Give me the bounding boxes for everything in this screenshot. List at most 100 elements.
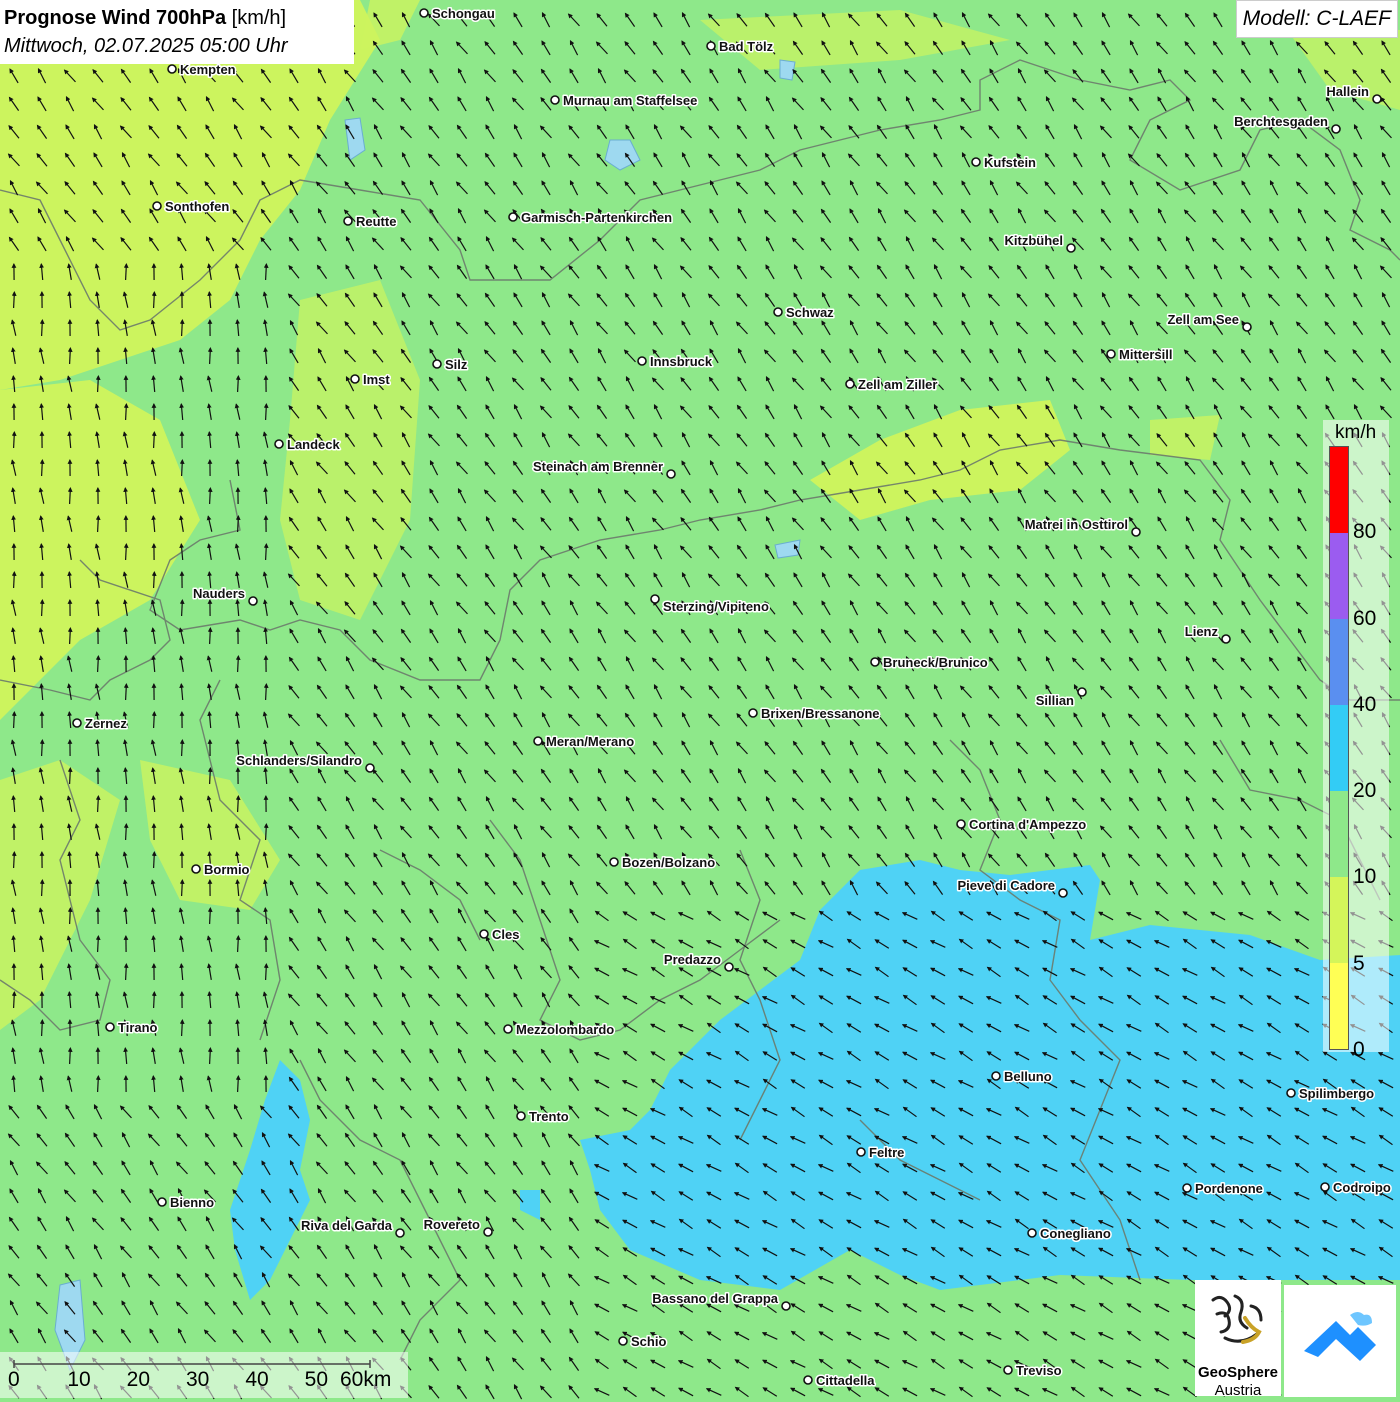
wind-arrow (238, 516, 239, 532)
city-marker[interactable]: Garmisch-Partenkirchen (509, 210, 672, 225)
city-marker[interactable]: Cortina d'Ampezzo (957, 817, 1086, 832)
city-marker[interactable]: Sonthofen (153, 199, 229, 214)
wind-map[interactable]: SchongauKemptenBad TölzMurnau am Staffel… (0, 0, 1400, 1400)
wind-arrow (98, 376, 99, 392)
city-label: Bruneck/Brunico (883, 655, 988, 670)
city-label: Kempten (180, 62, 236, 77)
city-dot (275, 440, 283, 448)
city-dot (1243, 323, 1251, 331)
geosphere-emblem-icon (1195, 1280, 1281, 1364)
city-dot (249, 597, 257, 605)
wind-arrow (42, 740, 43, 756)
wind-arrow (98, 796, 99, 812)
city-marker[interactable]: Murnau am Staffelsee (551, 93, 697, 108)
wind-arrow (98, 936, 99, 952)
city-marker[interactable]: Brixen/Bressanone (749, 706, 880, 721)
wind-arrow (154, 852, 155, 868)
wind-arrow (70, 908, 71, 924)
city-dot (1028, 1229, 1036, 1237)
city-marker[interactable]: Bozen/Bolzano (610, 855, 715, 870)
city-marker[interactable]: Pordenone (1183, 1181, 1263, 1196)
city-label: Cortina d'Ampezzo (969, 817, 1086, 832)
legend-label: 20 (1353, 779, 1376, 803)
city-dot (534, 737, 542, 745)
legend-swatch (1330, 619, 1348, 705)
city-dot (651, 595, 659, 603)
city-label: Steinach am Brenner (533, 459, 663, 474)
city-label: Sillian (1036, 693, 1074, 708)
city-marker[interactable]: Innsbruck (638, 354, 713, 369)
wind-arrow (182, 880, 183, 896)
wind-arrow (42, 1020, 43, 1036)
city-label: Spilimbergo (1299, 1086, 1374, 1101)
scale-label: 60km (340, 1368, 391, 1392)
scale-label: 10 (67, 1368, 90, 1392)
wind-arrow (182, 740, 183, 756)
scale-label: 40 (245, 1368, 268, 1392)
city-label: Bienno (170, 1195, 214, 1210)
legend-swatch (1330, 447, 1348, 533)
city-dot (610, 858, 618, 866)
wind-arrow (154, 572, 155, 588)
city-label: Mezzolombardo (516, 1022, 614, 1037)
legend-colorbar (1329, 446, 1349, 1050)
city-dot (396, 1229, 404, 1237)
city-marker[interactable]: Schongau (420, 6, 495, 21)
wind-arrow (14, 572, 15, 588)
model-label: Modell: C-LAEF (1236, 0, 1398, 38)
wind-arrow (126, 264, 127, 280)
wind-arrow (154, 712, 155, 728)
city-dot (509, 213, 517, 221)
legend-swatch (1330, 963, 1348, 1049)
wind-arrow (126, 964, 127, 980)
legend-swatch (1330, 533, 1348, 619)
wind-arrow (238, 376, 239, 392)
city-label: Treviso (1016, 1363, 1062, 1378)
wind-arrow (266, 404, 267, 420)
wind-arrow (154, 432, 155, 448)
city-dot (73, 719, 81, 727)
city-label: Reutte (356, 214, 396, 229)
wind-arrow (182, 460, 183, 476)
wind-arrow (238, 936, 239, 952)
city-dot (1287, 1089, 1295, 1097)
city-dot (1183, 1184, 1191, 1192)
city-marker[interactable]: Mezzolombardo (504, 1022, 614, 1037)
city-dot (433, 360, 441, 368)
forecast-datetime: Mittwoch, 02.07.2025 05:00 Uhr (4, 32, 346, 60)
wind-arrow (238, 656, 239, 672)
city-dot (1067, 244, 1075, 252)
legend-swatch (1330, 705, 1348, 791)
weather-app-logo[interactable] (1284, 1285, 1396, 1397)
legend-label: 0 (1353, 1038, 1365, 1062)
city-label: Belluno (1004, 1069, 1052, 1084)
city-label: Garmisch-Partenkirchen (521, 210, 672, 225)
geosphere-logo[interactable]: GeoSphere Austria (1195, 1280, 1281, 1396)
scale-label: 0 (8, 1368, 20, 1392)
austria-text: Austria (1195, 1382, 1281, 1399)
city-marker[interactable]: Bruneck/Brunico (871, 655, 988, 670)
wind-arrow (14, 712, 15, 728)
city-marker[interactable]: Zell am Ziller (846, 377, 937, 392)
legend-label: 10 (1353, 865, 1376, 889)
city-label: Zell am Ziller (858, 377, 937, 392)
city-dot (366, 764, 374, 772)
city-marker[interactable]: Conegliano (1028, 1226, 1111, 1241)
legend-label: 80 (1353, 520, 1376, 544)
city-marker[interactable]: Spilimbergo (1287, 1086, 1374, 1101)
scale-label: 20 (127, 1368, 150, 1392)
city-label: Meran/Merano (546, 734, 634, 749)
city-marker[interactable]: Meran/Merano (534, 734, 634, 749)
city-dot (804, 1376, 812, 1384)
city-label: Silz (445, 357, 468, 372)
city-dot (774, 308, 782, 316)
legend-swatch (1330, 791, 1348, 877)
city-label: Mittersill (1119, 347, 1172, 362)
legend-label: 40 (1353, 693, 1376, 717)
map-title: Prognose Wind 700hPa [km/h] (4, 4, 346, 32)
city-dot (1059, 889, 1067, 897)
wind-arrow (42, 320, 43, 336)
wind-arrow (98, 516, 99, 532)
city-label: Pordenone (1195, 1181, 1263, 1196)
city-dot (192, 865, 200, 873)
